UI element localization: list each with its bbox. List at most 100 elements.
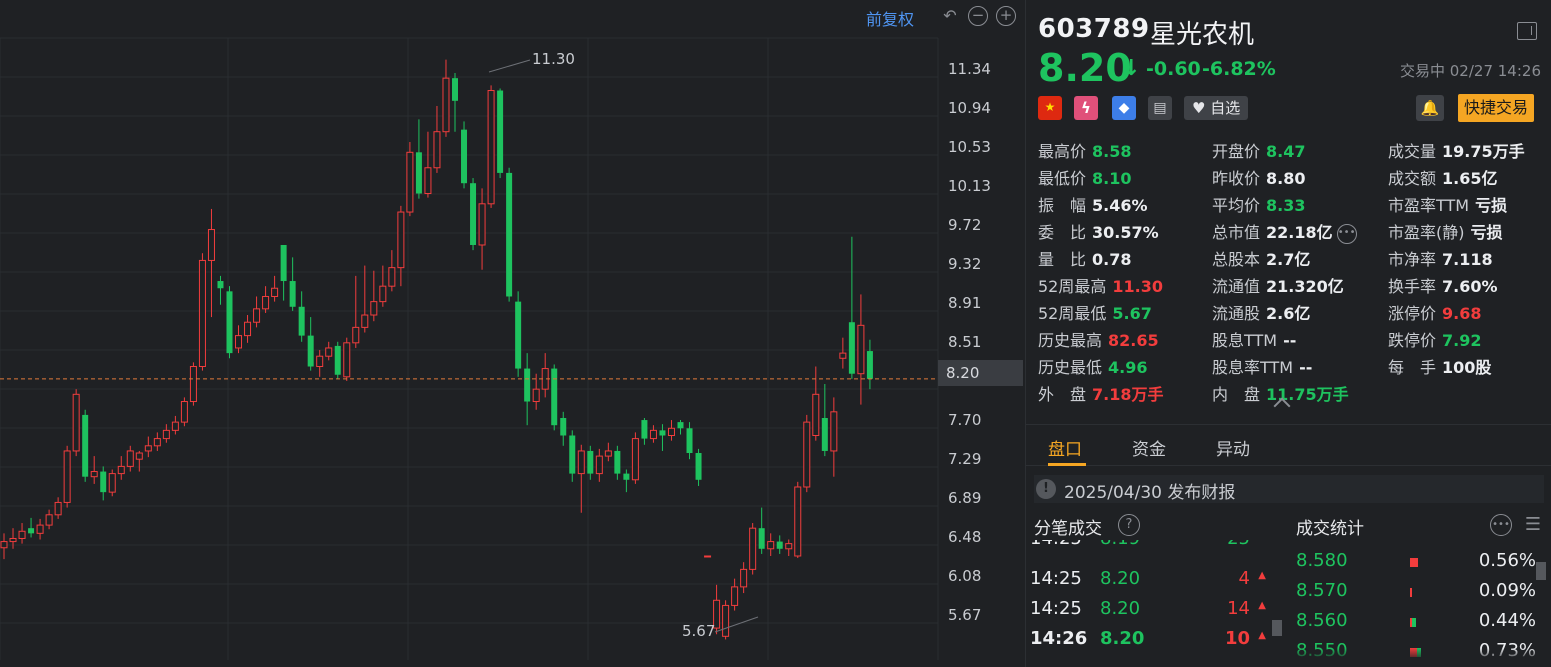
- candle: [334, 341, 341, 379]
- candle: [244, 315, 252, 343]
- candle-body: [18, 530, 26, 539]
- trade-status: 交易中 02/27 14:26: [1400, 62, 1541, 80]
- candle-body: [334, 345, 341, 375]
- stat-value: 7.118: [1442, 250, 1493, 269]
- y-tick-label: 9.72: [948, 216, 982, 234]
- candle: [180, 397, 188, 427]
- stock-name: 星光农机: [1150, 20, 1255, 50]
- candle-body: [839, 352, 847, 359]
- stat-label: 每 手: [1388, 358, 1437, 377]
- adjust-mode-link[interactable]: 前复权: [866, 6, 914, 30]
- candle-body: [686, 428, 693, 454]
- candle: [803, 414, 811, 493]
- tick-list-scrollbar[interactable]: [1272, 620, 1282, 636]
- kline-chart-area[interactable]: 前复权 ↶ − + 11.34 10.94 10.53 10.13 9.72 9.32 8.…: [0, 0, 1025, 667]
- candle: [253, 296, 261, 328]
- stat-col3-6: 涨停价 9.68: [1388, 300, 1482, 324]
- more-options-icon[interactable]: •••: [1490, 514, 1512, 536]
- candle-body: [695, 453, 702, 480]
- stat-col1-3: 委 比 30.57%: [1038, 219, 1159, 243]
- candle-body: [406, 151, 414, 213]
- hot-stock-icon[interactable]: ϟ: [1074, 96, 1098, 120]
- candle: [153, 432, 161, 451]
- candle: [171, 415, 179, 435]
- panel-toggle-icon[interactable]: [1517, 22, 1537, 40]
- earnings-notice[interactable]: ! 2025/04/30 发布财报: [1034, 475, 1544, 503]
- candle: [839, 337, 847, 369]
- candle-body: [153, 438, 161, 447]
- stat-value: 5.67: [1112, 304, 1152, 323]
- candle: [677, 420, 684, 435]
- candle: [262, 286, 270, 313]
- candle: [316, 350, 324, 377]
- stat-value: --: [1299, 358, 1313, 377]
- dist-pct: 0.56%: [1478, 550, 1536, 571]
- stat-col3-2: 市盈率TTM 亏损: [1388, 192, 1507, 216]
- candle: [289, 257, 296, 311]
- candle: [667, 420, 675, 441]
- candle: [704, 555, 712, 558]
- candle: [614, 445, 621, 480]
- fast-trade-button[interactable]: 快捷交易: [1458, 94, 1535, 122]
- list-view-icon[interactable]: ☰: [1522, 514, 1544, 536]
- stat-col1-1: 最低价 8.10: [1038, 165, 1132, 189]
- candle-body: [677, 422, 684, 429]
- tick-price: 8.19: [1100, 540, 1140, 549]
- dist-bar: [1410, 558, 1418, 567]
- stat-label: 涨停价: [1388, 304, 1437, 323]
- stat-col1-5: 52周最高 11.30: [1038, 273, 1163, 297]
- candle: [135, 450, 143, 472]
- candle-body: [767, 541, 775, 550]
- stat-label: 市净率: [1388, 250, 1437, 269]
- kline-chart[interactable]: [0, 0, 1025, 667]
- candle-body: [866, 351, 873, 379]
- candle: [207, 208, 215, 318]
- tag-icon[interactable]: ◆: [1112, 96, 1136, 120]
- tick-time: 14:25: [1030, 540, 1082, 549]
- candle: [794, 481, 802, 559]
- stock-code: 603789: [1038, 14, 1150, 44]
- candle: [722, 600, 730, 640]
- candle-body: [604, 450, 612, 457]
- candle: [577, 444, 585, 513]
- stat-value: 7.60%: [1442, 277, 1498, 296]
- tick-time: 14:26: [1030, 628, 1088, 649]
- zoom-in-icon[interactable]: +: [996, 6, 1016, 26]
- candle-body: [631, 438, 639, 481]
- candle-body: [117, 465, 125, 475]
- stat-col3-4: 市净率 7.118: [1388, 246, 1493, 270]
- market-cap-more-icon[interactable]: •••: [1336, 223, 1357, 244]
- candle-body: [415, 152, 422, 194]
- undo-icon[interactable]: ↶: [940, 6, 960, 26]
- stat-label: 委 比: [1038, 223, 1087, 242]
- candle-body: [776, 541, 783, 549]
- candle: [424, 131, 432, 198]
- candle-body: [45, 514, 53, 526]
- stat-label: 昨收价: [1212, 169, 1261, 188]
- candle-body: [424, 167, 432, 195]
- y-tick-label: 6.89: [948, 489, 982, 507]
- stat-label: 市盈率TTM: [1388, 196, 1470, 215]
- candle: [189, 362, 197, 406]
- stat-col1-4: 量 比 0.78: [1038, 246, 1132, 270]
- notice-text: 2025/04/30 发布财报: [1064, 483, 1236, 503]
- candle: [36, 518, 44, 540]
- bell-icon[interactable]: 🔔: [1416, 95, 1444, 121]
- stat-label: 振 幅: [1038, 196, 1087, 215]
- volume-dist-scrollbar[interactable]: [1536, 562, 1546, 580]
- china-flag-icon[interactable]: ★: [1038, 96, 1062, 120]
- tab-capital-flow[interactable]: 资金: [1132, 435, 1166, 460]
- stat-label: 成交额: [1388, 169, 1437, 188]
- zoom-out-icon[interactable]: −: [968, 6, 988, 26]
- add-watchlist-button[interactable]: ♥ 自选: [1184, 96, 1249, 120]
- note-icon[interactable]: ▤: [1148, 96, 1172, 120]
- candle: [18, 523, 26, 544]
- candle: [731, 578, 739, 611]
- candle-body: [135, 452, 143, 460]
- tab-unusual-moves[interactable]: 异动: [1216, 435, 1250, 460]
- tick-time: 14:25: [1030, 598, 1082, 619]
- help-icon[interactable]: ?: [1118, 514, 1140, 536]
- tab-order-book[interactable]: 盘口: [1048, 435, 1082, 460]
- detail-tabs: 盘口 资金 异动: [1026, 424, 1551, 466]
- candle-body: [289, 281, 296, 307]
